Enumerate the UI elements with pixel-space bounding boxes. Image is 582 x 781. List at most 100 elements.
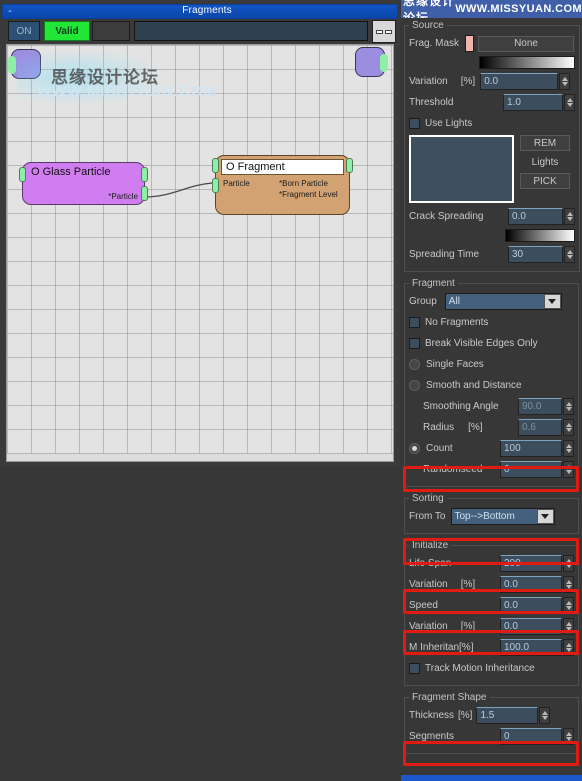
port-icon[interactable] xyxy=(141,167,148,182)
watermark-text-url: WWW.MISSYUAN.COM xyxy=(455,3,582,15)
node-pill-left[interactable] xyxy=(8,49,41,79)
row-use-lights[interactable]: Use Lights xyxy=(409,114,575,133)
port-icon[interactable] xyxy=(141,186,148,201)
break-visible-edges-checkbox[interactable] xyxy=(409,338,420,349)
port-icon[interactable] xyxy=(212,178,219,193)
life-span-input[interactable]: 200 xyxy=(500,555,562,572)
node-wire xyxy=(144,182,213,198)
count-radio[interactable] xyxy=(409,443,420,454)
panel-footer-bar xyxy=(401,775,582,781)
randomseed-input[interactable]: 0 xyxy=(500,461,562,478)
group-fragment: Fragment Group All No Fragments Break Vi… xyxy=(404,278,579,487)
from-to-dropdown[interactable]: Top-->Bottom xyxy=(450,508,555,525)
window-icon[interactable] xyxy=(372,20,396,43)
frag-mask-button[interactable]: None xyxy=(478,35,575,52)
port-icon[interactable] xyxy=(346,158,353,173)
chevron-down-icon[interactable] xyxy=(536,509,554,524)
spreading-time-label: Spreading Time xyxy=(409,249,480,260)
node-graph-canvas[interactable]: O Glass Particle *Particle O Fragment Pa… xyxy=(6,44,394,462)
chevron-down-icon[interactable] xyxy=(543,294,561,309)
editor-title: Fragments xyxy=(182,5,232,16)
radius-input[interactable]: 0.6 xyxy=(518,419,562,436)
variation-stepper[interactable] xyxy=(559,73,571,90)
smoothing-angle-stepper[interactable] xyxy=(563,398,574,415)
crack-spreading-input[interactable]: 0.0 xyxy=(508,208,563,225)
from-to-dropdown-value: Top-->Bottom xyxy=(454,511,515,522)
segments-stepper[interactable] xyxy=(563,728,574,745)
pick-button[interactable]: PICK xyxy=(520,173,570,189)
count-input[interactable]: 100 xyxy=(500,440,562,457)
smooth-and-distance-radio[interactable] xyxy=(409,380,420,391)
rem-button[interactable]: REM xyxy=(520,135,570,151)
variation-input[interactable]: 0.0 xyxy=(500,576,562,593)
node-output-born-particle[interactable]: *Born Particle xyxy=(279,179,328,188)
variation-input[interactable]: 0.0 xyxy=(500,618,562,635)
track-motion-checkbox[interactable] xyxy=(409,663,420,674)
row-smoothing-angle: Smoothing Angle 90.0 xyxy=(409,397,574,416)
node-input-particle[interactable]: Particle xyxy=(223,179,250,188)
row-no-fragments[interactable]: No Fragments xyxy=(409,313,574,332)
single-faces-label: Single Faces xyxy=(426,359,484,370)
m-inheritan-input[interactable]: 100.0 xyxy=(500,639,562,656)
threshold-stepper[interactable] xyxy=(564,94,575,111)
thickness-input[interactable]: 1.5 xyxy=(476,707,539,724)
frag-mask-gradient-bar[interactable] xyxy=(479,56,575,69)
crack-spreading-gradient-bar[interactable] xyxy=(505,229,575,242)
row-track-motion[interactable]: Track Motion Inheritance xyxy=(409,659,574,678)
frag-mask-color-swatch[interactable] xyxy=(465,35,475,52)
port-icon[interactable] xyxy=(380,54,388,72)
node-pill-right[interactable] xyxy=(355,47,388,77)
group-legend: Fragment Shape xyxy=(412,692,487,703)
track-motion-label: Track Motion Inheritance xyxy=(425,663,535,674)
crack-spreading-stepper[interactable] xyxy=(564,208,575,225)
speed-stepper[interactable] xyxy=(563,597,574,614)
row-single-faces[interactable]: Single Faces xyxy=(409,355,574,374)
single-faces-radio[interactable] xyxy=(409,359,420,370)
node-glass-particle[interactable]: O Glass Particle *Particle xyxy=(19,162,148,205)
variation-stepper[interactable] xyxy=(563,576,574,593)
threshold-input[interactable]: 1.0 xyxy=(503,94,563,111)
node-fragment[interactable]: O Fragment Particle *Born Particle *Frag… xyxy=(212,155,353,215)
row-break-visible-edges[interactable]: Break Visible Edges Only xyxy=(409,334,574,353)
m-inheritan-stepper[interactable] xyxy=(563,639,574,656)
toolbar-name-input[interactable] xyxy=(134,21,368,41)
dash-glyph-1 xyxy=(376,29,383,34)
port-icon[interactable] xyxy=(212,158,219,173)
randomseed-stepper[interactable] xyxy=(563,461,574,478)
watermark-text-url: WWW.MISSYUAN.COM xyxy=(37,83,218,100)
row-group: Group All xyxy=(409,292,574,311)
no-fragments-checkbox[interactable] xyxy=(409,317,420,328)
life-span-stepper[interactable] xyxy=(563,555,574,572)
on-toggle-button[interactable]: ON xyxy=(8,21,40,41)
spreading-time-input[interactable]: 30 xyxy=(508,246,563,263)
node-output-fragment-level[interactable]: *Fragment Level xyxy=(279,190,338,199)
group-label: Group xyxy=(409,296,437,307)
use-lights-checkbox[interactable] xyxy=(409,118,420,129)
smoothing-angle-input[interactable]: 90.0 xyxy=(518,398,562,415)
row-life-span: Life Span 200 xyxy=(409,554,574,573)
segments-input[interactable]: 0 xyxy=(500,728,562,745)
misc-button[interactable] xyxy=(92,21,130,41)
valid-button[interactable]: Valid xyxy=(44,21,90,41)
lights-listbox[interactable] xyxy=(409,135,514,203)
variation-input[interactable]: 0.0 xyxy=(480,73,559,90)
row-smooth-and-distance[interactable]: Smooth and Distance xyxy=(409,376,574,395)
port-icon[interactable] xyxy=(8,56,16,74)
speed-input[interactable]: 0.0 xyxy=(500,597,562,614)
group-dropdown[interactable]: All xyxy=(444,293,562,310)
minimize-icon[interactable]: - xyxy=(3,6,17,17)
node-title-box[interactable]: O Fragment xyxy=(221,159,344,175)
group-legend: Source xyxy=(412,20,444,31)
m-inheritan-label: M Inheritan xyxy=(409,642,460,653)
thickness-stepper[interactable] xyxy=(539,707,551,724)
spreading-time-stepper[interactable] xyxy=(564,246,575,263)
count-stepper[interactable] xyxy=(563,440,574,457)
radius-stepper[interactable] xyxy=(563,419,574,436)
parameters-panel: 思缘设计论坛 WWW.MISSYUAN.COM Source Frag. Mas… xyxy=(401,0,582,781)
row-radius: Radius [%] 0.6 xyxy=(409,418,574,437)
variation-stepper[interactable] xyxy=(563,618,574,635)
row-lights-list: REM Lights PICK xyxy=(409,135,575,205)
group-fragment-shape: Fragment Shape Thickness [%] 1.5 Segment… xyxy=(404,692,579,754)
node-output-particle[interactable]: *Particle xyxy=(108,192,138,201)
port-icon[interactable] xyxy=(19,167,26,182)
